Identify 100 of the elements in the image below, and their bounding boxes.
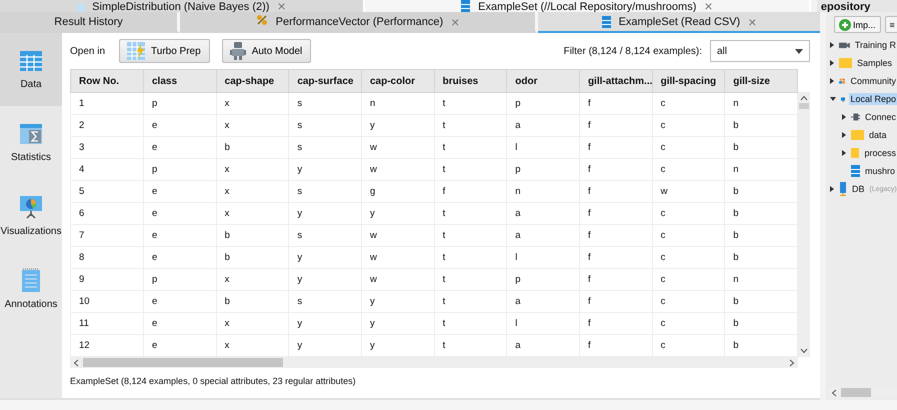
column-header[interactable]: Row No. (70, 70, 144, 92)
table-cell: f (579, 224, 652, 246)
table-cell: f (579, 312, 652, 334)
table-cell: p (144, 158, 216, 180)
view-label: Statistics (10, 152, 51, 163)
expand-arrow-icon[interactable] (830, 97, 836, 101)
table-cell: e (144, 246, 216, 268)
expand-arrow-icon[interactable] (830, 60, 834, 66)
scrollbar-thumb[interactable] (83, 358, 283, 367)
table-cell: f (579, 92, 652, 114)
table-cell: e (144, 290, 216, 312)
result-tab[interactable]: ExampleSet (Read CSV) × (538, 12, 820, 33)
column-header[interactable]: class (144, 70, 216, 92)
column-header[interactable]: odor (506, 70, 580, 92)
table-cell: p (506, 268, 580, 290)
menu-button[interactable]: ≡ (884, 16, 897, 33)
table-cell: g (361, 180, 434, 202)
table-cell: y (288, 246, 362, 268)
table-cell: e (144, 202, 216, 224)
table-cell: 8 (70, 246, 144, 268)
open-in-label: Open in (70, 46, 106, 56)
table-cell: t (434, 202, 507, 224)
close-icon[interactable]: × (704, 0, 713, 12)
tree-item[interactable]: Community (849, 75, 897, 87)
table-cell: l (506, 312, 580, 334)
table-cell: 2 (70, 114, 144, 136)
sigma-table-icon (19, 122, 43, 146)
table-cell: 5 (70, 180, 144, 202)
table-cell: f (579, 290, 652, 312)
table-cell: c (652, 290, 725, 312)
table-icon (602, 16, 611, 28)
status-text: ExampleSet (8,124 examples, 0 special attributes, 23 regular attributes) (70, 375, 357, 386)
table-cell: e (144, 136, 216, 158)
view-tab[interactable]: Data (0, 33, 62, 106)
table-cell: b (216, 246, 289, 268)
table-cell: s (288, 136, 362, 158)
scrollbar-thumb[interactable] (799, 103, 809, 109)
expand-arrow-icon[interactable] (830, 186, 834, 192)
filter-label: Filter (8,124 / 8,124 examples): (564, 46, 702, 56)
expand-arrow-icon[interactable] (842, 150, 846, 156)
table-cell: y (361, 290, 434, 312)
scroll-right-icon[interactable] (789, 358, 795, 366)
expand-arrow-icon[interactable] (830, 78, 834, 84)
table-cell: w (361, 246, 434, 268)
open-in-button[interactable]: Auto Model (222, 39, 312, 63)
table-cell: t (434, 312, 507, 334)
caret-icon (795, 48, 803, 54)
table-cell: y (288, 158, 362, 180)
table-cell: s (288, 92, 362, 114)
open-in-button[interactable]: Turbo Prep (119, 39, 210, 63)
expand-arrow-icon[interactable] (842, 132, 846, 138)
tree-item[interactable]: process (863, 147, 897, 159)
tree-item[interactable]: mushro (864, 165, 896, 177)
table-cell: 9 (70, 268, 144, 290)
tree-item[interactable]: Connec (864, 111, 897, 123)
column-header[interactable]: cap-shape (216, 70, 289, 92)
notepad-icon (20, 267, 42, 293)
column-header[interactable]: gill-spacing (652, 70, 725, 92)
view-tab[interactable]: Visualizations (0, 179, 62, 252)
column-header[interactable]: cap-color (361, 70, 434, 92)
tree-item[interactable]: data (868, 129, 888, 141)
table-cell: c (652, 268, 725, 290)
column-header[interactable]: gill-size (724, 70, 798, 92)
table-cell: l (506, 246, 580, 268)
scrollbar-thumb[interactable] (841, 388, 871, 397)
table-cell: 4 (70, 158, 144, 180)
table-cell: f (434, 180, 507, 202)
table-cell: b (216, 136, 289, 158)
table-cell: p (506, 92, 580, 114)
table-cell: p (506, 158, 580, 180)
scroll-left-icon[interactable] (73, 358, 79, 366)
table-cell: t (434, 158, 507, 180)
view-tab[interactable]: Annotations (0, 252, 62, 325)
tree-item[interactable]: Local Repo (849, 93, 897, 105)
column-header[interactable]: cap-surface (288, 70, 362, 92)
view-label: Annotations (4, 299, 58, 310)
filter-dropdown[interactable]: all (710, 40, 810, 62)
tree-item[interactable]: Training R (854, 39, 897, 51)
scroll-up-icon[interactable] (800, 95, 808, 101)
document-tab[interactable]: SimpleDistribution (Naive Bayes (2)) × (0, 0, 365, 12)
table-cell: s (288, 180, 362, 202)
table-cell: s (288, 114, 362, 136)
scroll-left-icon[interactable] (831, 388, 837, 396)
table-cell: f (579, 268, 652, 290)
document-tab[interactable]: ExampleSet (//Local Repository/mushrooms) × (364, 0, 811, 12)
view-tab[interactable]: Statistics (0, 106, 62, 179)
table-cell: l (506, 136, 580, 158)
table-cell: 7 (70, 224, 144, 246)
table-cell: e (144, 114, 216, 136)
expand-arrow-icon[interactable] (830, 42, 834, 48)
lightbulb-icon (77, 3, 84, 12)
column-header[interactable]: bruises (434, 70, 507, 92)
table-cell: f (579, 136, 652, 158)
tree-item[interactable]: DB (851, 183, 866, 195)
scroll-down-icon[interactable] (800, 348, 808, 354)
expand-arrow-icon[interactable] (842, 114, 846, 120)
tree-item[interactable]: Samples (856, 57, 894, 69)
table-cell: t (434, 224, 507, 246)
plug-icon (851, 112, 860, 122)
import-button[interactable]: Imp... (834, 16, 881, 33)
